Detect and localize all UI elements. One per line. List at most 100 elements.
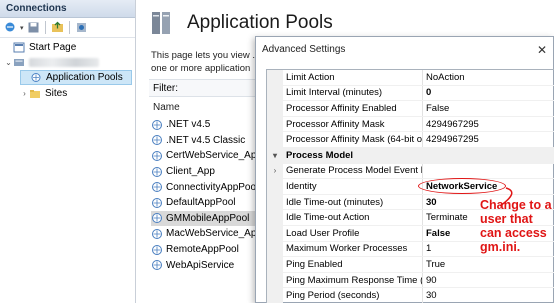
tree-item-label: Start Page xyxy=(29,42,77,53)
property-name: Maximum Worker Processes xyxy=(283,241,423,257)
property-name: Limit Action xyxy=(283,70,423,85)
column-header-name[interactable]: Name xyxy=(153,102,180,113)
application-pool-name: WebApiService xyxy=(166,259,235,271)
property-name: Idle Time-out (minutes) xyxy=(283,194,423,210)
row-gutter xyxy=(267,101,283,116)
property-name: Ping Period (seconds) xyxy=(283,288,423,303)
annotation-note: Change to a user that can access gm.ini. xyxy=(480,198,552,254)
tree-item-application-pools[interactable]: Application Pools xyxy=(20,70,132,85)
application-pool-name: .NET v4.5 Classic xyxy=(166,134,246,146)
row-gutter xyxy=(267,257,283,272)
row-gutter xyxy=(267,241,283,257)
row-gutter xyxy=(267,70,283,85)
application-pool-name: DefaultAppPool xyxy=(166,197,236,209)
property-row[interactable]: Ping Period (seconds) 30 xyxy=(267,288,554,303)
property-name: Limit Interval (minutes) xyxy=(283,85,423,101)
connect-server-icon[interactable] xyxy=(75,21,88,34)
app-pool-icon xyxy=(152,182,162,193)
toolbar-divider xyxy=(44,21,46,34)
row-gutter xyxy=(267,132,283,147)
annotation-ellipse xyxy=(418,178,506,194)
property-name: Ping Enabled xyxy=(283,257,423,272)
property-value[interactable]: 90 xyxy=(423,273,554,288)
property-value[interactable]: True xyxy=(423,257,554,272)
property-name: Idle Time-out Action xyxy=(283,210,423,225)
application-pools-icon xyxy=(31,73,41,82)
application-pool-name: RemoteAppPool xyxy=(166,244,239,256)
property-value[interactable]: 4294967295 xyxy=(423,117,554,132)
tree-item-sites[interactable]: › Sites xyxy=(20,86,67,101)
app-pool-icon xyxy=(152,119,162,130)
row-gutter xyxy=(267,210,283,225)
app-pool-icon xyxy=(152,150,162,161)
expand-icon[interactable]: › xyxy=(267,163,283,179)
property-grid: Limit Action NoAction Limit Interval (minu… xyxy=(266,69,554,303)
row-gutter xyxy=(267,85,283,101)
collapse-icon[interactable]: ⌄ xyxy=(4,58,13,67)
filter-bar[interactable]: Filter: xyxy=(149,79,269,97)
application-pool-name: ConnectivityAppPoo xyxy=(166,181,257,193)
property-row[interactable]: Processor Affinity Mask (64-bit o 4294967… xyxy=(267,132,554,148)
property-value[interactable]: 0 xyxy=(423,86,554,101)
connections-toolbar: ▾ xyxy=(0,18,135,38)
application-pool-name: GMMobileAppPool xyxy=(166,212,250,224)
row-gutter xyxy=(267,225,283,241)
app-pool-icon xyxy=(152,244,162,255)
application-pool-name: Client_App xyxy=(166,166,215,178)
page-title: Application Pools xyxy=(187,12,333,33)
property-name: Processor Affinity Mask (64-bit o xyxy=(283,132,423,147)
connections-pane: Connections ▾ Start Page ⌄ Application P… xyxy=(0,0,136,303)
property-row[interactable]: Ping Maximum Response Time (90 xyxy=(267,272,554,289)
property-value[interactable]: 4294967295 xyxy=(423,132,554,147)
dialog-title: Advanced Settings xyxy=(256,37,553,61)
row-gutter xyxy=(267,288,283,303)
page-header: Application Pools xyxy=(149,9,333,37)
expand-icon[interactable]: › xyxy=(20,89,29,98)
property-row[interactable]: Processor Affinity Mask 4294967295 xyxy=(267,116,554,133)
tree-item-server[interactable]: ⌄ xyxy=(4,55,99,70)
row-gutter xyxy=(267,272,283,288)
property-row[interactable]: Processor Affinity Enabled False xyxy=(267,101,554,117)
application-pools-large-icon xyxy=(152,12,170,34)
dropdown-arrow-icon[interactable]: ▾ xyxy=(20,24,24,32)
app-pool-icon xyxy=(152,228,162,239)
property-name: Generate Process Model Event L xyxy=(283,163,423,179)
property-value[interactable]: NoAction xyxy=(423,70,554,85)
app-pool-icon xyxy=(152,213,162,224)
tree-item-label: Sites xyxy=(45,88,68,99)
page-description: This page lets you view ... one or more … xyxy=(151,50,261,74)
application-pool-name: .NET v4.5 xyxy=(166,119,211,131)
property-row[interactable]: Limit Action NoAction xyxy=(267,70,554,86)
row-gutter xyxy=(267,116,283,132)
save-icon[interactable] xyxy=(27,21,40,34)
advanced-settings-dialog: Advanced Settings ✕ Limit Action NoAction… xyxy=(255,36,554,303)
app-pool-icon xyxy=(152,197,162,208)
property-value[interactable] xyxy=(423,164,554,179)
property-row[interactable]: › Generate Process Model Event L xyxy=(267,163,554,180)
property-name: Processor Affinity Enabled xyxy=(283,101,423,116)
property-row[interactable]: Limit Interval (minutes) 0 xyxy=(267,85,554,102)
property-row[interactable]: Identity NetworkService xyxy=(267,179,554,195)
property-name: Load User Profile xyxy=(283,225,423,241)
close-icon[interactable]: ✕ xyxy=(537,43,547,57)
up-level-icon[interactable] xyxy=(51,21,64,34)
connect-icon[interactable] xyxy=(4,21,17,34)
server-name-redacted xyxy=(29,58,99,67)
property-category-label: Process Model xyxy=(286,149,354,161)
property-name: Identity xyxy=(283,179,423,194)
app-pool-icon xyxy=(152,260,162,271)
tree-item-label: Application Pools xyxy=(46,72,123,83)
server-icon xyxy=(14,59,24,66)
start-page-icon xyxy=(13,42,25,53)
row-gutter xyxy=(267,194,283,210)
tree-item-start-page[interactable]: Start Page xyxy=(4,40,76,55)
app-pool-icon xyxy=(152,135,162,146)
property-row[interactable]: Ping Enabled True xyxy=(267,257,554,273)
connections-header: Connections xyxy=(0,0,135,18)
category-collapse-icon[interactable]: ▾ xyxy=(267,147,283,163)
property-name: Processor Affinity Mask xyxy=(283,116,423,132)
property-category[interactable]: ▾ Process Model xyxy=(267,147,554,164)
property-value[interactable]: 30 xyxy=(423,288,554,303)
property-value[interactable]: False xyxy=(423,101,554,116)
application-pool-name: MacWebService_App xyxy=(166,228,262,240)
